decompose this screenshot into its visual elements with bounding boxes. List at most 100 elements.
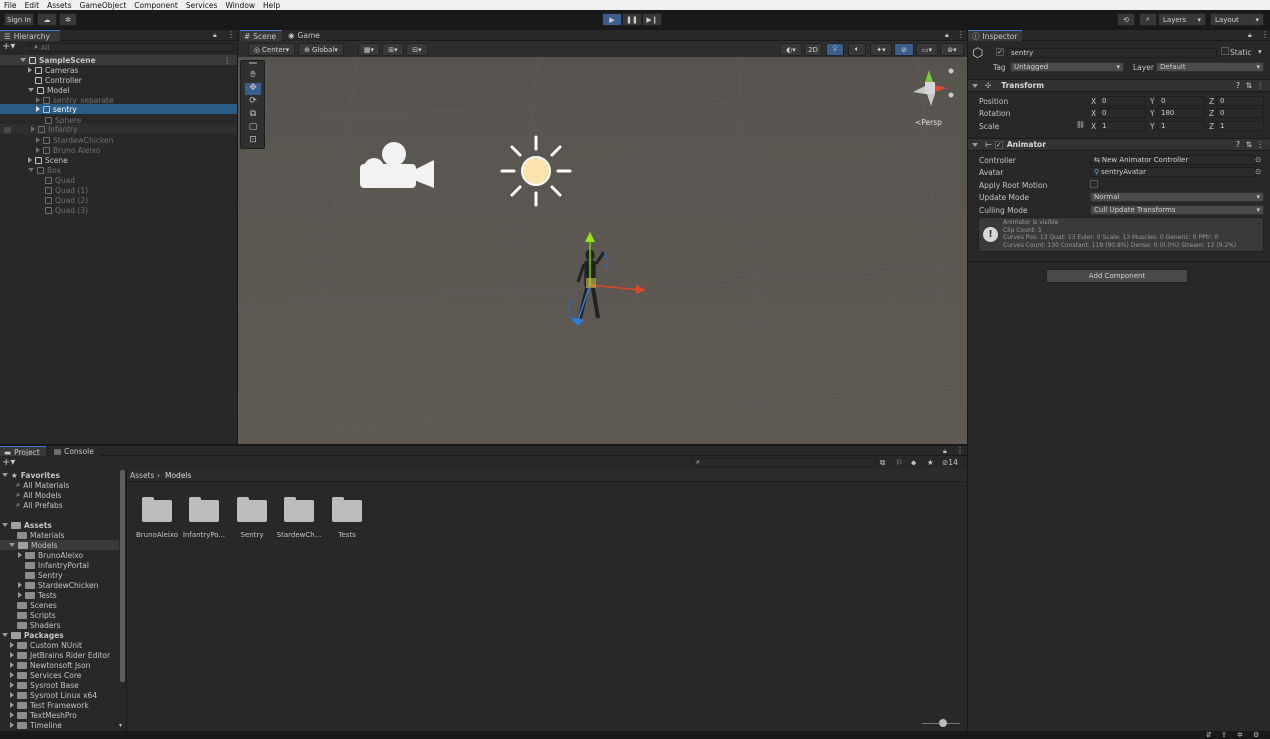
layout-dropdown[interactable]: Layout ▾ (1210, 13, 1264, 26)
expand-icon[interactable] (28, 67, 32, 73)
expand-icon[interactable] (18, 552, 22, 558)
list-item[interactable]: Scenes (17, 600, 57, 610)
expand-icon[interactable] (36, 137, 40, 143)
scene-visibility-icon[interactable]: ▤ (4, 125, 11, 134)
favorites-header[interactable]: ★ Favorites (2, 470, 60, 480)
culling-mode-dropdown[interactable]: Cull Update Transforms ▾ (1090, 205, 1264, 215)
expand-icon[interactable] (36, 147, 40, 153)
list-item[interactable]: Cameras (28, 65, 78, 75)
audio-toggle-icon[interactable]: 🔈︎ (848, 43, 866, 56)
expand-icon[interactable] (18, 582, 22, 588)
list-item[interactable]: Scene (28, 155, 68, 165)
sign-in-button[interactable]: Sign In (4, 13, 34, 26)
more-icon[interactable]: ⋮ (1257, 81, 1265, 90)
list-item[interactable]: Newtonsoft Json (10, 660, 90, 670)
expand-icon[interactable] (10, 662, 14, 668)
lock-icon[interactable]: 🔒︎ (943, 447, 947, 456)
breadcrumb-assets[interactable]: Assets (130, 471, 154, 480)
collab-icon[interactable]: ✲ (59, 13, 77, 26)
list-item[interactable]: ⌕ All Models (16, 490, 61, 500)
menu-help[interactable]: Help (259, 1, 284, 10)
active-checkbox[interactable]: ✓ (996, 48, 1004, 56)
list-item[interactable]: Sysroot Base (10, 680, 79, 690)
list-item[interactable]: Controller (35, 75, 82, 85)
avatar-field[interactable]: ⚲ sentryAvatar (1090, 167, 1256, 177)
menu-gameobject[interactable]: GameObject (76, 1, 131, 10)
move-tool-icon[interactable]: ✥ (245, 83, 261, 95)
expand-icon[interactable] (10, 672, 14, 678)
list-item[interactable]: InfantryPortal (25, 560, 89, 570)
update-mode-dropdown[interactable]: Normal ▾ (1090, 192, 1264, 202)
root-motion-checkbox[interactable] (1090, 180, 1098, 188)
expand-icon[interactable] (972, 142, 978, 147)
hidden-objects-icon[interactable]: ⊘ (894, 43, 914, 56)
scale-x-field[interactable]: 1 (1098, 121, 1146, 131)
expand-icon[interactable] (36, 106, 40, 112)
list-item[interactable]: Tests (18, 590, 57, 600)
label-filter-icon[interactable]: ⬥ (911, 458, 916, 468)
more-icon[interactable]: ⋮ (227, 30, 235, 39)
search-by-type-icon[interactable]: ⧉ (880, 458, 885, 468)
project-search-input[interactable]: ⌕ (692, 458, 876, 467)
list-item[interactable]: Shaders (17, 620, 60, 630)
effects-dropdown-icon[interactable]: ✦▾ (870, 43, 892, 56)
tree-scrollbar[interactable] (120, 470, 125, 682)
expand-icon[interactable] (972, 83, 978, 88)
expand-icon[interactable] (28, 88, 34, 92)
list-item-selected[interactable]: sentry (0, 104, 237, 114)
lock-icon[interactable]: 🔒︎ (1248, 31, 1252, 40)
tag-dropdown[interactable]: Untagged ▾ (1010, 62, 1124, 72)
position-x-field[interactable]: 0 (1098, 96, 1146, 106)
tab-scene[interactable]: # Scene (240, 30, 282, 41)
chevron-down-icon[interactable]: ▾ (1258, 47, 1262, 56)
animator-header[interactable]: ⊢ ✓ Animator ? ⇅ ⋮ (968, 138, 1270, 151)
breadcrumb-models[interactable]: Models (165, 471, 191, 480)
menu-edit[interactable]: Edit (21, 1, 44, 10)
slider-handle[interactable] (939, 719, 947, 727)
more-icon[interactable]: ⋮ (957, 30, 965, 39)
lock-icon[interactable]: 🔒︎ (213, 31, 217, 40)
lighting-toggle-icon[interactable]: 💡︎ (826, 43, 844, 56)
space-dropdown[interactable]: ⊕ Global ▾ (298, 43, 344, 56)
folder-icon[interactable] (189, 497, 219, 522)
list-item[interactable]: JetBrains Rider Editor (10, 650, 110, 660)
rotation-z-field[interactable]: 0 (1216, 108, 1264, 118)
add-icon[interactable]: +▾ (2, 458, 15, 468)
expand-icon[interactable] (9, 543, 15, 547)
projection-label[interactable]: <Persp (915, 118, 942, 127)
search-icon[interactable]: ⌕ (1139, 13, 1157, 26)
transform-tool-icon[interactable]: ⊡ (245, 135, 261, 147)
sentry-model[interactable] (560, 230, 650, 330)
lock-icon[interactable]: 🔒︎ (945, 31, 949, 40)
list-item-selected[interactable]: Models (0, 540, 119, 550)
menu-assets[interactable]: Assets (43, 1, 75, 10)
list-item[interactable]: Test Framework (10, 700, 89, 710)
scale-y-field[interactable]: 1 (1157, 121, 1205, 131)
light-gizmo-icon[interactable] (500, 135, 572, 207)
expand-icon[interactable] (2, 633, 8, 637)
list-item[interactable]: Model (28, 85, 70, 95)
expand-icon[interactable] (28, 157, 32, 163)
expand-icon[interactable] (10, 682, 14, 688)
align-button[interactable]: ⊟▾ (406, 43, 428, 56)
list-item[interactable]: Quad (3) (45, 205, 88, 215)
expand-icon[interactable] (18, 592, 22, 598)
filter-type-icon[interactable]: ⚐ (896, 458, 903, 467)
list-item[interactable]: Scripts (17, 610, 56, 620)
position-z-field[interactable]: 0 (1216, 96, 1264, 106)
help-icon[interactable]: ? (1236, 81, 1240, 90)
list-item[interactable]: Materials (17, 530, 64, 540)
folder-icon[interactable] (142, 497, 172, 522)
list-item[interactable]: Quad (2) (45, 195, 88, 205)
pivot-dropdown[interactable]: ◎ Center ▾ (248, 43, 295, 56)
camera-dropdown-icon[interactable]: ▭▾ (916, 43, 938, 56)
network-icon[interactable]: ⇵ (1206, 731, 1212, 739)
expand-icon[interactable] (20, 58, 26, 62)
list-item[interactable]: StardewChicken (18, 580, 98, 590)
help-icon[interactable]: ? (1236, 140, 1240, 149)
folder-icon[interactable] (332, 497, 362, 522)
list-item[interactable]: Sysroot Linux x64 (10, 690, 97, 700)
more-icon[interactable]: ⋮ (1257, 140, 1265, 149)
step-button[interactable]: ▶❙ (642, 13, 662, 26)
expand-icon[interactable] (36, 97, 40, 103)
